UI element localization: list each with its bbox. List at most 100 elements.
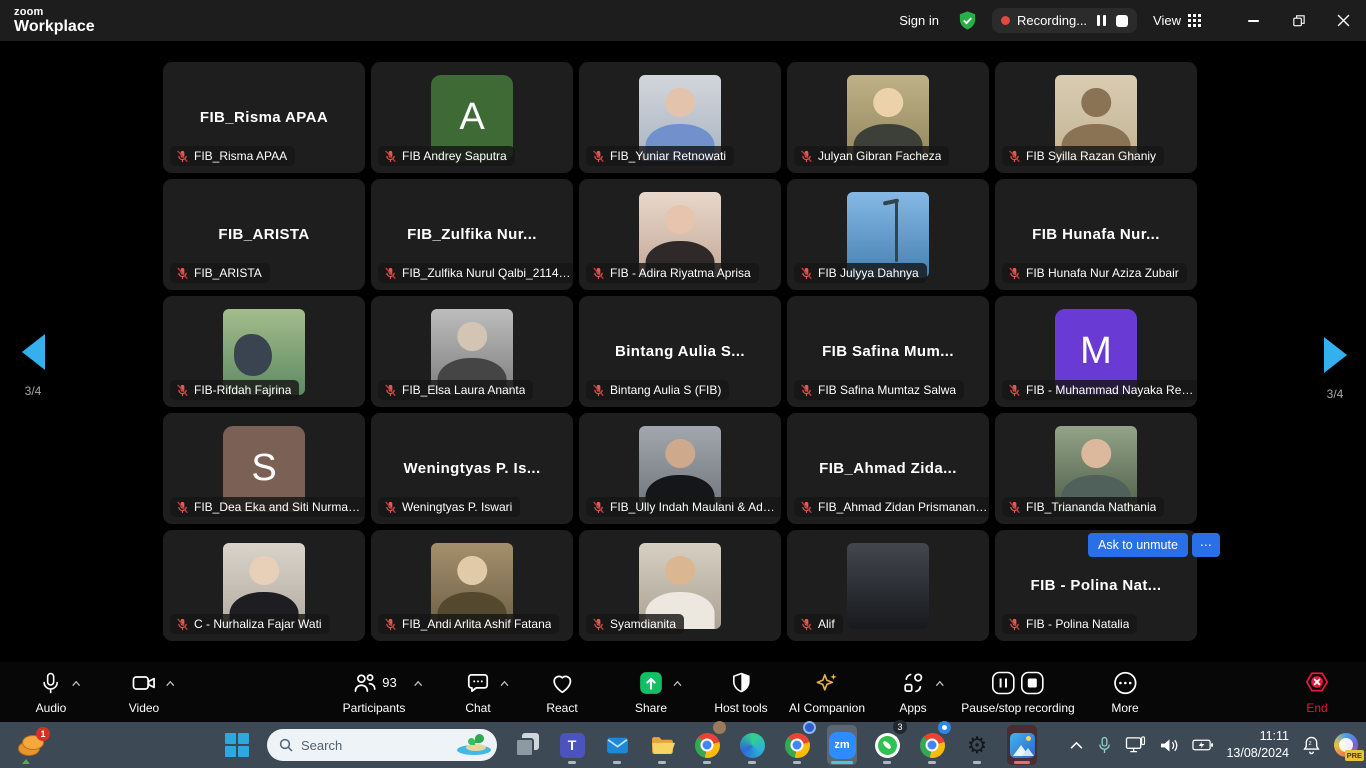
sign-in-button[interactable]: Sign in: [881, 13, 957, 28]
view-button[interactable]: View: [1153, 13, 1201, 28]
tray-notification-icon[interactable]: 1: [16, 729, 50, 761]
mic-muted-icon: [592, 267, 605, 280]
participant-tile[interactable]: FIB_Risma APAAFIB_Risma APAA: [163, 62, 365, 173]
chevron-up-icon[interactable]: [71, 674, 82, 692]
toolbar-host-button[interactable]: Host tools: [714, 669, 767, 715]
search-highlight-icon[interactable]: [457, 733, 491, 757]
participant-tile[interactable]: Syamdianita: [579, 530, 781, 641]
participant-tile[interactable]: AFIB Andrey Saputra: [371, 62, 573, 173]
toolbar-participants-button[interactable]: 93Participants: [343, 669, 406, 715]
chevron-up-icon[interactable]: [499, 674, 510, 692]
start-button[interactable]: [222, 725, 252, 765]
participant-tile[interactable]: FIB_Ahmad Zida...FIB_Ahmad Zidan Prisman…: [787, 413, 989, 524]
participant-tile[interactable]: FIB_Triananda Nathania: [995, 413, 1197, 524]
toolbar-react-button[interactable]: React: [546, 669, 577, 715]
toolbar-audio-button[interactable]: Audio: [36, 669, 67, 715]
participant-tile[interactable]: Bintang Aulia S...Bintang Aulia S (FIB): [579, 296, 781, 407]
mic-muted-icon: [1008, 618, 1021, 631]
taskbar-chrome-profile3[interactable]: [917, 725, 947, 765]
participant-tile[interactable]: Alif: [787, 530, 989, 641]
tray-speaker-icon[interactable]: [1159, 737, 1179, 754]
participant-tile[interactable]: Julyan Gibran Facheza: [787, 62, 989, 173]
chrome-icon: [695, 733, 720, 758]
toolbar-chat-button[interactable]: Chat: [465, 669, 491, 715]
taskbar-zoom-active[interactable]: zm: [827, 725, 857, 765]
taskbar-search[interactable]: Search: [267, 729, 497, 761]
taskbar-whatsapp[interactable]: 3: [872, 725, 902, 765]
notification-bell-icon[interactable]: z: [1302, 735, 1321, 755]
host-icon: [729, 670, 753, 696]
chevron-up-icon[interactable]: [934, 674, 945, 692]
taskbar-chrome-profile2[interactable]: [782, 725, 812, 765]
search-icon: [279, 738, 293, 752]
tray-microphone-icon[interactable]: [1097, 736, 1112, 755]
chevron-up-icon[interactable]: [413, 674, 424, 692]
tray-chevron-up-icon[interactable]: [1069, 741, 1084, 750]
participant-tile[interactable]: SFIB_Dea Eka and Siti Nurmasyi...: [163, 413, 365, 524]
participant-tile[interactable]: FIB Hunafa Nur...FIB Hunafa Nur Aziza Zu…: [995, 179, 1197, 290]
task-view-button[interactable]: [512, 725, 542, 765]
copilot-icon[interactable]: PRE: [1334, 733, 1358, 757]
taskbar-clock[interactable]: 11:11 13/08/2024: [1226, 728, 1289, 762]
participant-tile[interactable]: MFIB - Muhammad Nayaka Rey...: [995, 296, 1197, 407]
participant-tile[interactable]: FIB Safina Mum...FIB Safina Mumtaz Salwa: [787, 296, 989, 407]
participant-tile[interactable]: Weningtyas P. Is...Weningtyas P. Iswari: [371, 413, 573, 524]
security-shield-icon[interactable]: [957, 10, 978, 31]
toolbar-ai-button[interactable]: AI Companion: [789, 669, 865, 715]
toolbar-more-label: More: [1111, 701, 1138, 715]
participant-name-badge: FIB_Ahmad Zidan Prismanand...: [794, 497, 989, 517]
close-button[interactable]: [1321, 0, 1366, 41]
participant-tile[interactable]: FIB Julyya Dahnya: [787, 179, 989, 290]
taskbar-settings[interactable]: ⚙: [962, 725, 992, 765]
participant-tile[interactable]: FIB_Zulfika Nur...FIB_Zulfika Nurul Qalb…: [371, 179, 573, 290]
participant-tile[interactable]: FIB_ARISTAFIB_ARISTA: [163, 179, 365, 290]
taskbar-teams[interactable]: T: [557, 725, 587, 765]
toolbar-video-button[interactable]: Video: [129, 669, 159, 715]
participant-tile[interactable]: FIB - Adira Riyatma Aprisa: [579, 179, 781, 290]
participant-tile[interactable]: FIB Syilla Razan Ghaniy: [995, 62, 1197, 173]
unmute-more-options-button[interactable]: ⋯: [1192, 533, 1220, 557]
participant-name-badge: FIB_Yuniar Retnowati: [586, 146, 734, 166]
toolbar-more-button[interactable]: More: [1111, 669, 1138, 715]
participant-name-badge: Alif: [794, 614, 843, 634]
participant-tile[interactable]: FIB_Yuniar Retnowati: [579, 62, 781, 173]
recording-indicator: Recording...: [992, 8, 1137, 33]
chrome-sync-badge: [803, 721, 816, 734]
chevron-up-icon[interactable]: [165, 674, 176, 692]
taskbar-edge[interactable]: [737, 725, 767, 765]
taskbar-chrome-profile1[interactable]: [692, 725, 722, 765]
previous-page-arrow-icon[interactable]: [22, 334, 45, 370]
stop-recording-icon[interactable]: [1116, 15, 1128, 27]
toolbar-end-button[interactable]: End: [1304, 669, 1330, 715]
mic-muted-icon: [384, 618, 397, 631]
chevron-up-icon[interactable]: [672, 674, 683, 692]
participant-name: FIB Julyya Dahnya: [818, 266, 919, 280]
toolbar-record-button[interactable]: Pause/stop recording: [961, 669, 1074, 715]
participant-tile[interactable]: C - Nurhaliza Fajar Wati: [163, 530, 365, 641]
ask-to-unmute-button[interactable]: Ask to unmute: [1088, 533, 1188, 557]
participant-tile[interactable]: FIB_Andi Arlita Ashif Fatana: [371, 530, 573, 641]
participant-tile[interactable]: FIB_Ully Indah Maulani & Adel...: [579, 413, 781, 524]
toolbar-apps-button[interactable]: Apps: [899, 669, 926, 715]
restore-button[interactable]: [1276, 0, 1321, 41]
previous-page-control[interactable]: 3/4: [10, 334, 56, 398]
tray-battery-icon[interactable]: [1192, 739, 1213, 751]
pause-recording-icon[interactable]: [992, 671, 1016, 695]
toolbar-share-button[interactable]: Share: [635, 669, 667, 715]
next-page-arrow-icon[interactable]: [1324, 337, 1347, 373]
mic-muted-icon: [800, 150, 813, 163]
participant-tile[interactable]: FIB-Rifdah Fajrina: [163, 296, 365, 407]
pause-recording-icon[interactable]: [1094, 13, 1109, 28]
system-tray: 11:11 13/08/2024 z PRE: [1069, 722, 1358, 768]
participant-name: FIB_Zulfika Nurul Qalbi_21140...: [402, 266, 572, 280]
minimize-button[interactable]: [1231, 0, 1276, 41]
chrome-avatar-badge: [713, 721, 726, 734]
taskbar-photos-active[interactable]: [1007, 725, 1037, 765]
tray-display-icon[interactable]: [1125, 736, 1146, 754]
participant-tile[interactable]: FIB_Elsa Laura Ananta: [371, 296, 573, 407]
taskbar-mail[interactable]: [602, 725, 632, 765]
taskbar-file-explorer[interactable]: [647, 725, 677, 765]
next-page-control[interactable]: 3/4: [1312, 337, 1358, 401]
stop-recording-icon[interactable]: [1021, 671, 1045, 695]
zoom-app-icon: zm: [829, 732, 856, 759]
